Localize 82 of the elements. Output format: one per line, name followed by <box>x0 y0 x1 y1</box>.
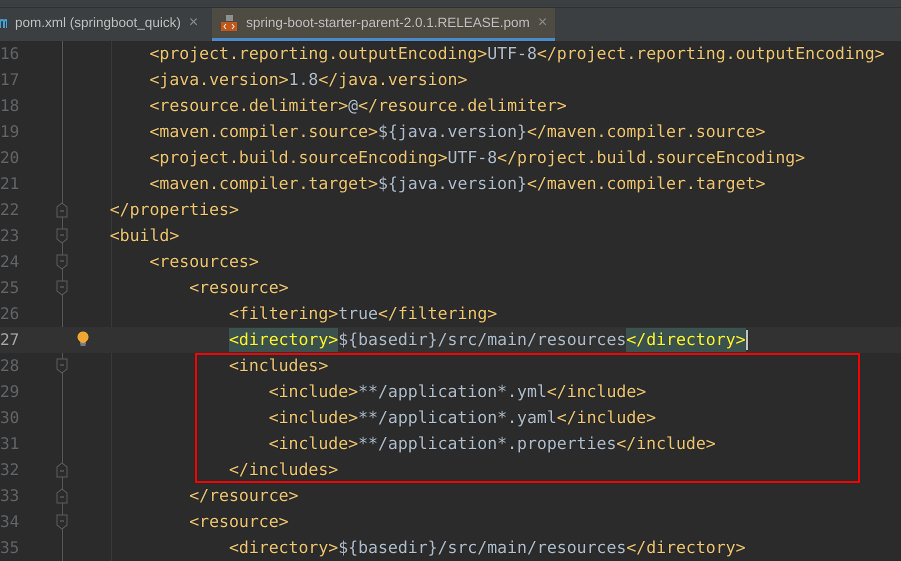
line-number: 23 <box>0 225 20 247</box>
xml-tag: </include> <box>546 380 646 404</box>
xml-tag: </properties> <box>110 198 239 222</box>
editor-tab[interactable]: spring-boot-starter-parent-2.0.1.RELEASE.pom × <box>212 8 556 41</box>
line-number: 27 <box>0 329 20 351</box>
xml-tag: <filtering> <box>228 302 338 326</box>
line-number: 32 <box>0 459 20 481</box>
xml-tag: <resources> <box>149 250 259 274</box>
xml-tag: <resource> <box>189 276 289 300</box>
fold-icon[interactable] <box>56 202 68 218</box>
line-number: 20 <box>0 147 20 169</box>
close-button[interactable]: × <box>538 11 548 35</box>
xml-tag: <maven.compiler.source> <box>149 120 378 144</box>
code-text: ${java.version} <box>378 120 527 143</box>
code-text: 1.8 <box>288 68 318 91</box>
tab-label: spring-boot-starter-parent-2.0.1.RELEASE.pom <box>246 14 530 32</box>
xml-tag: <includes> <box>228 354 328 378</box>
line-number: 33 <box>0 485 20 507</box>
line-number: 24 <box>0 251 20 273</box>
xml-tag: <resource.delimiter> <box>149 94 348 118</box>
fold-icon[interactable] <box>56 358 68 374</box>
line-number: 17 <box>0 69 20 91</box>
line-number: 30 <box>0 407 20 429</box>
xml-tag: <project.build.sourceEncoding> <box>149 146 448 170</box>
xml-tag: <maven.compiler.target> <box>149 172 378 196</box>
code-text: UTF-8 <box>448 146 498 169</box>
xml-tag: </includes> <box>228 458 338 482</box>
tab-label: pom.xml (springboot_quick) <box>15 14 181 32</box>
xml-tag: </resource> <box>189 484 298 508</box>
xml-tag: </java.version> <box>318 68 468 92</box>
xml-tag: </directory> <box>626 328 746 352</box>
line-number: 16 <box>0 43 20 65</box>
xml-tag: <java.version> <box>149 68 289 92</box>
xml-tag: <include> <box>268 432 358 456</box>
xml-tag: </maven.compiler.target> <box>526 172 766 196</box>
line-number: 21 <box>0 173 20 195</box>
line-number: 35 <box>0 537 20 559</box>
editor-tab[interactable]: pom.xml (springboot_quick) × <box>0 8 206 41</box>
fold-icon[interactable] <box>56 488 68 504</box>
xml-tag: </directory> <box>626 536 746 560</box>
fold-icon[interactable] <box>56 228 68 244</box>
code-text: ${java.version} <box>378 172 527 195</box>
xml-tag: </maven.compiler.source> <box>526 120 766 144</box>
line-number: 28 <box>0 355 20 377</box>
xml-tag: <directory> <box>228 536 338 560</box>
xml-tag: <include> <box>268 406 358 430</box>
fold-icon[interactable] <box>56 462 68 478</box>
code-text: **/application*.yaml <box>358 406 557 429</box>
code-text: UTF-8 <box>487 42 537 65</box>
maven-icon <box>0 17 7 29</box>
line-number: 29 <box>0 381 20 403</box>
line-number: 31 <box>0 433 20 455</box>
xml-tag: </resource.delimiter> <box>358 94 567 118</box>
xml-tag: <resource> <box>189 510 289 534</box>
code-text: **/application*.yml <box>358 380 547 403</box>
line-number: 22 <box>0 199 20 221</box>
xml-tag: <include> <box>268 380 358 404</box>
text-cursor <box>746 330 748 350</box>
code-text: ${basedir}/src/main/resources <box>338 328 626 351</box>
code-text: **/application*.properties <box>358 432 616 455</box>
xml-tag: <directory> <box>228 328 338 352</box>
line-number: 18 <box>0 95 20 117</box>
xml-tag: <build> <box>110 224 180 248</box>
code-text: @ <box>348 94 358 117</box>
line-number: 25 <box>0 277 20 299</box>
fold-icon[interactable] <box>56 514 68 530</box>
line-number: 26 <box>0 303 20 325</box>
xml-tag: </include> <box>556 406 656 430</box>
fold-icon[interactable] <box>56 254 68 270</box>
close-button[interactable]: × <box>188 11 198 35</box>
fold-icon[interactable] <box>56 280 68 296</box>
xml-tag: </include> <box>616 432 716 456</box>
xml-tag: </project.reporting.outputEncoding> <box>536 42 885 66</box>
code-text: ${basedir}/src/main/resources <box>338 536 626 559</box>
line-number: 34 <box>0 511 20 533</box>
xml-file-icon <box>220 14 238 32</box>
xml-tag: <project.reporting.outputEncoding> <box>149 42 488 66</box>
xml-tag: </filtering> <box>378 302 498 326</box>
lightbulb-icon[interactable] <box>77 331 89 347</box>
line-number: 19 <box>0 121 20 143</box>
code-text: true <box>338 302 378 325</box>
xml-tag: </project.build.sourceEncoding> <box>497 146 806 170</box>
